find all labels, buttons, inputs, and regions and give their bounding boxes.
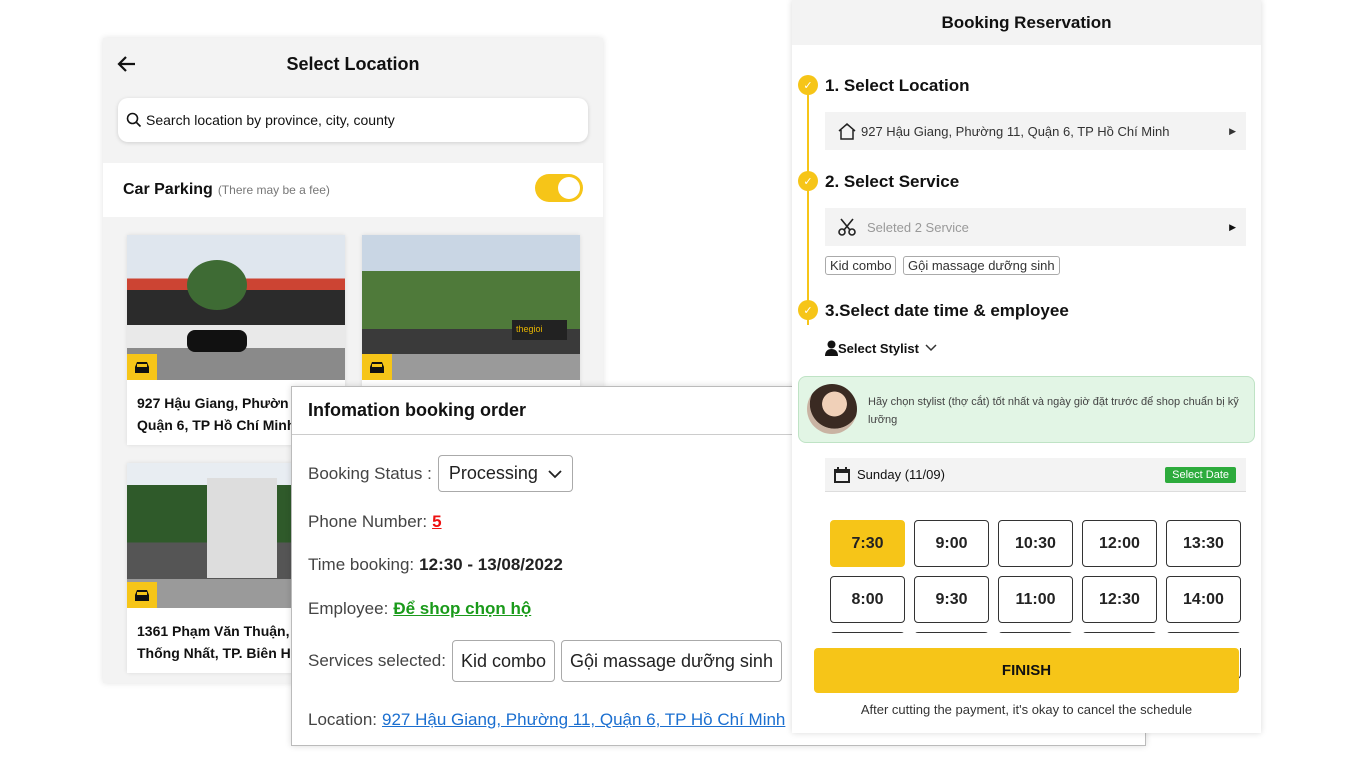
time-slot[interactable]: 9:00 [914,520,989,567]
location-link[interactable]: 927 Hậu Giang, Phường 11, Quận 6, TP Hồ … [382,710,785,730]
phone-number-link[interactable]: 5 [432,512,441,532]
booking-status-row: Booking Status : Processing [308,455,573,492]
service-tag: Gội massage dưỡng sinh [903,256,1060,275]
stylist-avatar [807,384,857,434]
select-location-header: Select Location [103,38,603,90]
time-slot[interactable]: 9:30 [914,576,989,623]
car-parking-label: Car Parking [123,181,213,198]
phone-row: Phone Number: 5 [308,512,442,532]
location-row: Location: 927 Hậu Giang, Phường 11, Quận… [308,710,786,730]
step-line [807,85,809,325]
select-date-button[interactable]: Select Date [1165,466,1236,483]
step-1-title: 1. Select Location [825,76,970,95]
time-slot[interactable]: 12:00 [1082,520,1157,567]
caret-right-icon: ▶ [1229,125,1236,136]
date-row: Sunday (11/09) Select Date [825,458,1246,492]
time-slot[interactable]: 13:30 [1166,520,1241,567]
caret-right-icon: ▶ [1229,221,1236,232]
home-icon [838,123,856,140]
time-slot[interactable]: 7:30 [830,520,905,567]
search-input[interactable]: Search location by province, city, count… [118,98,588,142]
step-2-title: 2. Select Service [825,172,960,191]
services-row: Services selected: Kid combo Gội massage… [308,640,782,682]
finish-button[interactable]: FINISH [814,648,1239,693]
time-slot[interactable]: 10:30 [998,520,1073,567]
storefront-photo [127,235,345,380]
stylist-note: Hãy chọn stylist (thợ cắt) tốt nhất và n… [798,376,1255,443]
location-select[interactable]: 927 Hậu Giang, Phường 11, Quận 6, TP Hồ … [825,112,1246,150]
time-row: Time booking: 12:30 - 13/08/2022 [308,555,563,574]
page-title: Select Location [286,53,420,74]
search-icon [126,112,142,128]
service-select[interactable]: Seleted 2 Service ▶ [825,208,1246,246]
employee-link[interactable]: Để shop chọn hộ [393,599,531,619]
parking-badge-icon [127,354,157,380]
step-3-title: 3.Select date time & employee [825,301,1069,320]
check-icon: ✓ [798,171,818,191]
calendar-icon [834,466,850,483]
time-slot[interactable]: 8:00 [830,576,905,623]
check-icon: ✓ [798,300,818,320]
parking-badge-icon [127,582,157,608]
search-placeholder: Search location by province, city, count… [146,112,395,128]
chevron-down-icon [548,469,562,478]
storefront-photo: thegioi [362,235,580,380]
time-slot[interactable]: 12:30 [1082,576,1157,623]
service-chip: Gội massage dưỡng sinh [561,640,782,682]
time-value: 12:30 - 13/08/2022 [419,555,563,574]
time-slot[interactable]: 11:00 [998,576,1073,623]
parking-badge-icon [362,354,392,380]
booking-status-label: Booking Status : [308,463,432,483]
time-slot[interactable]: 14:00 [1166,576,1241,623]
service-chip: Kid combo [451,640,555,682]
booking-status-select[interactable]: Processing [437,455,573,492]
footer-note: After cutting the payment, it's okay to … [860,702,1193,717]
user-icon [825,340,838,356]
reservation-title: Booking Reservation [792,0,1261,45]
scissors-icon [838,218,856,236]
booking-reservation-panel: Booking Reservation ✓ 1. Select Location… [792,0,1261,733]
employee-row: Employee: Để shop chọn hộ [308,599,532,619]
car-parking-note: (There may be a fee) [217,183,330,197]
check-icon: ✓ [798,75,818,95]
car-parking-toggle[interactable] [535,174,583,202]
service-tag: Kid combo [825,256,897,275]
select-stylist-dropdown[interactable]: Select Stylist [825,340,937,356]
car-parking-row: Car Parking (There may be a fee) [103,163,603,217]
date-value: Sunday (11/09) [857,467,945,482]
back-arrow-icon[interactable] [115,52,139,76]
chevron-down-icon [925,344,937,352]
